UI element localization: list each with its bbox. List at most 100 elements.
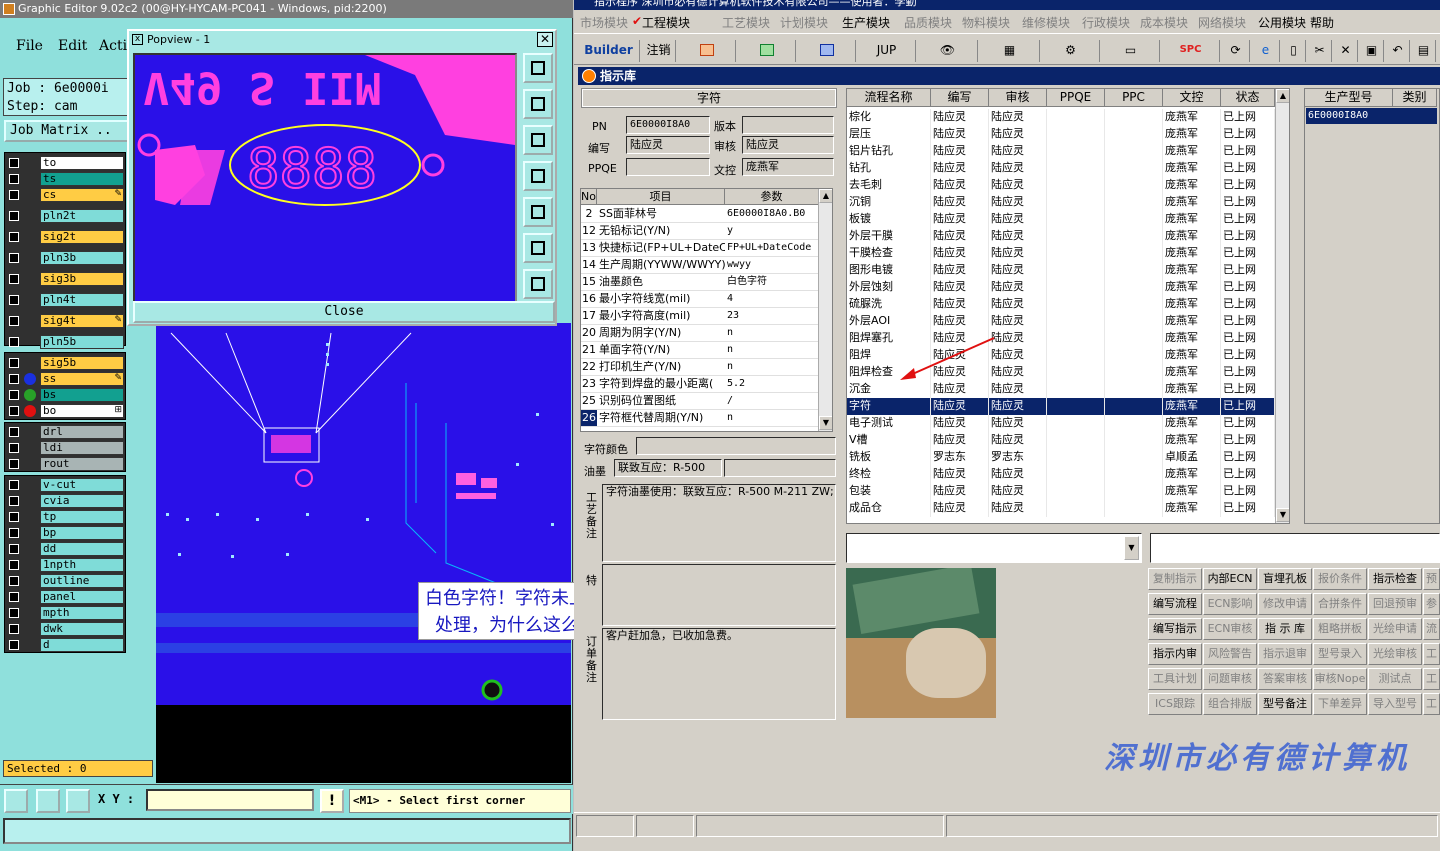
logout-button[interactable]: 注销 (642, 40, 676, 62)
action-button[interactable]: 参 (1423, 593, 1440, 615)
layer-row-tp[interactable]: tp (6, 509, 126, 525)
action-button[interactable]: 型号录入 (1313, 643, 1367, 665)
popview-titlebar[interactable]: x Popview - 1 (129, 31, 555, 49)
action-button[interactable]: 指示退审 (1258, 643, 1312, 665)
param-row[interactable]: 23 字符到焊盘的最小距离(5.2 (581, 376, 819, 393)
preview-icon[interactable]: ▤ (1412, 40, 1436, 62)
layer-checkbox[interactable] (9, 624, 19, 634)
layer-row-sig2t[interactable]: sig2t (6, 229, 126, 245)
action-button[interactable]: 工 (1423, 643, 1440, 665)
action-button[interactable]: 指示检查 (1368, 568, 1422, 590)
layer-checkbox[interactable] (9, 295, 19, 305)
database-icon[interactable]: ▦ (980, 40, 1040, 62)
pn-field[interactable]: 6E0000I8A0 (626, 116, 710, 134)
layer-checkbox[interactable] (9, 158, 19, 168)
table-row[interactable]: 铣板 罗志东 罗志东 卓顺孟 已上网 (847, 449, 1275, 466)
flow-header[interactable]: 编写 (931, 89, 989, 107)
table-row[interactable]: 沉铜 陆应灵 陆应灵 庞燕军 已上网 (847, 194, 1275, 211)
pan-right-icon[interactable] (523, 197, 553, 227)
table-row[interactable]: 终检 陆应灵 陆应灵 庞燕军 已上网 (847, 466, 1275, 483)
param-row[interactable]: 21 单面字符(Y/N) n (581, 342, 819, 359)
param-row[interactable]: 2 SS面菲林号 6E0000I8A0.B0 (581, 206, 819, 223)
action-button[interactable]: ECN审核 (1203, 618, 1257, 640)
table-row[interactable]: 硫脲洗 陆应灵 陆应灵 庞燕军 已上网 (847, 296, 1275, 313)
table-row[interactable]: 铝片钻孔 陆应灵 陆应灵 庞燕军 已上网 (847, 143, 1275, 160)
pan-down-icon[interactable] (523, 125, 553, 155)
layer-row-sig4t[interactable]: sig4t ✎ (6, 313, 126, 329)
layer-checkbox[interactable] (9, 374, 19, 384)
excel-icon[interactable] (738, 40, 796, 62)
layer-checkbox[interactable] (9, 512, 19, 522)
flow-filter-select[interactable] (846, 533, 1142, 563)
char-color-select[interactable] (636, 437, 836, 455)
version-field[interactable] (742, 116, 834, 134)
order-remark-text[interactable]: 客户赶加急，已收加急费。 (602, 628, 836, 720)
table-row[interactable]: 外层AOI 陆应灵 陆应灵 庞燕军 已上网 (847, 313, 1275, 330)
cut-icon[interactable]: ✂ (1308, 40, 1332, 62)
action-button[interactable]: 答案审核 (1258, 668, 1312, 690)
action-button[interactable]: 审核Nope (1313, 668, 1367, 690)
action-button[interactable]: 型号备注 (1258, 693, 1312, 715)
measure-icon[interactable] (36, 789, 60, 813)
layer-row-pln3b[interactable]: pln3b (6, 250, 126, 266)
pan-up-icon[interactable] (523, 89, 553, 119)
pan-left-icon[interactable] (523, 161, 553, 191)
module-menu-item[interactable]: 生产模块 (842, 14, 890, 31)
layer-checkbox[interactable] (9, 316, 19, 326)
param-row[interactable]: 14 生产周期(YYWW/WWYY) wwyy (581, 257, 819, 274)
action-button[interactable]: 问题审核 (1203, 668, 1257, 690)
layer-row-to[interactable]: to (6, 155, 126, 171)
action-button[interactable]: 光绘审核 (1368, 643, 1422, 665)
action-button[interactable]: 流 (1423, 618, 1440, 640)
layer-row-pln2t[interactable]: pln2t (6, 208, 126, 224)
flow-header[interactable]: PPC (1105, 89, 1163, 107)
layer-row-d[interactable]: d (6, 637, 126, 653)
layer-checkbox[interactable] (9, 406, 19, 416)
builder-button[interactable]: Builder (578, 40, 640, 62)
author-field[interactable]: 陆应灵 (626, 136, 710, 154)
zoom-out-icon[interactable] (523, 269, 553, 299)
table-row[interactable]: 干膜检查 陆应灵 陆应灵 庞燕军 已上网 (847, 245, 1275, 262)
table-row[interactable]: 去毛刺 陆应灵 陆应灵 庞燕军 已上网 (847, 177, 1275, 194)
graphic-editor-titlebar[interactable]: Graphic Editor 9.02c2 (00@HY-HYCAM-PC041… (0, 0, 573, 18)
action-button[interactable]: 编写指示 (1148, 618, 1202, 640)
menu-actions[interactable]: Acti (99, 38, 127, 54)
layer-row-v-cut[interactable]: v-cut (6, 477, 126, 493)
ppqe-field[interactable] (626, 158, 710, 176)
layer-row-pln4t[interactable]: pln4t (6, 292, 126, 308)
action-button[interactable]: 下单差异 (1313, 693, 1367, 715)
save-icon[interactable]: ▣ (1360, 40, 1384, 62)
table-row[interactable]: 外层干膜 陆应灵 陆应灵 庞燕军 已上网 (847, 228, 1275, 245)
action-button[interactable]: 工 (1423, 668, 1440, 690)
grid-icon[interactable] (66, 789, 90, 813)
param-row[interactable]: 12 无铅标记(Y/N) y (581, 223, 819, 240)
flow-header[interactable]: 文控 (1163, 89, 1221, 107)
filter-dropdown-icon[interactable]: ▼ (1124, 536, 1139, 560)
flow-scroll-up-icon[interactable]: ▲ (1276, 89, 1289, 103)
action-button[interactable]: 复制指示 (1148, 568, 1202, 590)
layer-row-1npth[interactable]: 1npth (6, 557, 126, 573)
action-button[interactable]: 光绘申请 (1368, 618, 1422, 640)
action-button[interactable]: 工具计划 (1148, 668, 1202, 690)
ppt-icon[interactable] (678, 40, 736, 62)
action-button[interactable]: 内部ECN (1203, 568, 1257, 590)
action-button[interactable]: 预 (1423, 568, 1440, 590)
action-button[interactable]: ECN影响 (1203, 593, 1257, 615)
param-row[interactable]: 25 识别码位置图纸 / (581, 393, 819, 410)
ink-field-2[interactable] (724, 459, 836, 477)
layer-row-panel[interactable]: panel (6, 589, 126, 605)
doc-control-field[interactable]: 庞燕军 (742, 158, 834, 176)
action-button[interactable]: 编写流程 (1148, 593, 1202, 615)
ink-field[interactable]: 联致互应：R-500 (614, 459, 722, 477)
module-menu-item[interactable]: 工艺模块 (722, 14, 770, 31)
flow-header[interactable]: PPQE (1047, 89, 1105, 107)
layer-row-pln5b[interactable]: pln5b (6, 334, 126, 350)
param-row[interactable]: 20 周期为阴字(Y/N) n (581, 325, 819, 342)
menu-file[interactable]: File (16, 38, 43, 54)
flow-scroll-down-icon[interactable]: ▼ (1276, 508, 1289, 522)
module-menu-item[interactable]: 品质模块 (904, 14, 952, 31)
layer-checkbox[interactable] (9, 174, 19, 184)
popview-menu-icon[interactable]: x (132, 34, 143, 45)
action-button[interactable]: 粗略拼板 (1313, 618, 1367, 640)
layer-checkbox[interactable] (9, 608, 19, 618)
